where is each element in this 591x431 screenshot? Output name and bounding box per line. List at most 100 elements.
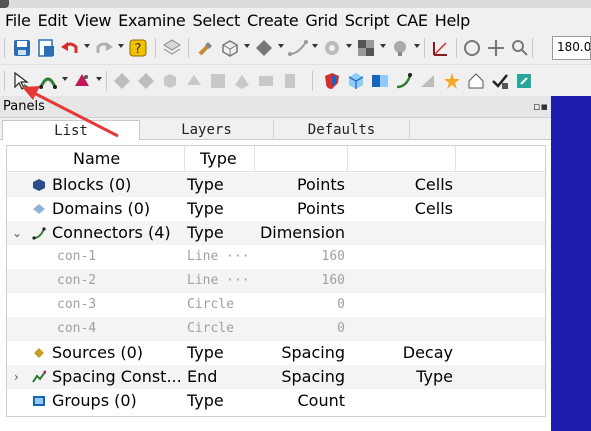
diamond-dropdown-arrow[interactable] [278, 44, 284, 48]
row-name: Connectors (4) [52, 223, 171, 242]
point-dropdown-arrow[interactable] [96, 77, 102, 81]
gear-dropdown-arrow[interactable] [346, 44, 352, 48]
solid-icon[interactable] [232, 71, 252, 91]
zoom-input[interactable]: 180.0 [552, 36, 591, 60]
tree-row-spacing-constraints[interactable]: › Spacing Const... End Spacing Type [7, 365, 545, 389]
curve-icon[interactable] [288, 38, 308, 58]
row-col2: Type [187, 175, 224, 194]
menu-edit[interactable]: Edit [38, 11, 68, 30]
row-name: con-3 [57, 297, 97, 312]
3d-viewport[interactable] [551, 96, 591, 431]
entity-tree: Name Type Blocks (0) Type Points Cells D… [6, 145, 546, 417]
tab-layers[interactable]: Layers [140, 120, 274, 140]
shade-icon[interactable] [356, 38, 376, 58]
column-separator [455, 146, 456, 172]
save-as-icon[interactable] [36, 38, 56, 58]
domains-icon [33, 204, 45, 214]
zoom-icon[interactable] [510, 38, 530, 58]
menu-grid[interactable]: Grid [305, 11, 338, 30]
connectors-icon [32, 227, 46, 240]
tree-row-con-1[interactable]: con-1 Line ··· 160 [7, 245, 545, 269]
tree-row-groups[interactable]: Groups (0) Type Count [7, 389, 545, 413]
house-icon[interactable] [466, 71, 486, 91]
diamond-icon[interactable] [254, 38, 274, 58]
panels-header: Panels ▫▪ [0, 96, 551, 118]
tree-row-sources[interactable]: Sources (0) Type Spacing Decay [7, 341, 545, 365]
domain-icon[interactable] [112, 71, 132, 91]
undo-icon[interactable] [60, 38, 80, 58]
redo-dropdown-arrow[interactable] [118, 44, 124, 48]
expand-toggle[interactable]: ⌄ [12, 221, 22, 245]
menu-bar: File Edit View Examine Select Create Gri… [0, 8, 591, 32]
panel-tabs: List Layers Defaults [0, 118, 551, 140]
wedge-icon[interactable] [418, 71, 438, 91]
point-icon[interactable] [72, 71, 92, 91]
help-icon[interactable]: ? [128, 38, 148, 58]
tree-row-con-4[interactable]: con-4 Circle 0 [7, 317, 545, 341]
tree-row-domains[interactable]: Domains (0) Type Points Cells [7, 197, 545, 221]
curve-dropdown-arrow[interactable] [312, 44, 318, 48]
edit-grid-icon[interactable] [280, 71, 300, 91]
block-icon[interactable] [160, 71, 180, 91]
window-title-bar [0, 0, 591, 8]
bounding-box-icon[interactable] [220, 38, 240, 58]
menu-file[interactable]: File [5, 11, 31, 30]
lighting-icon[interactable] [390, 38, 410, 58]
column-header-type[interactable]: Type [200, 146, 237, 172]
row-name: con-1 [57, 249, 97, 264]
star-icon[interactable] [442, 71, 462, 91]
tree-row-connectors[interactable]: ⌄ Connectors (4) Type Dimension [7, 221, 545, 245]
paint-brush-icon[interactable] [196, 38, 216, 58]
shield-icon[interactable] [322, 71, 342, 91]
toolbar-separator [312, 71, 313, 91]
tree-row-blocks[interactable]: Blocks (0) Type Points Cells [7, 173, 545, 197]
tab-defaults[interactable]: Defaults [274, 120, 410, 140]
float-panel-icon[interactable]: ▫▪ [533, 100, 548, 113]
undo-dropdown-arrow[interactable] [84, 44, 90, 48]
grid-block-icon[interactable] [208, 71, 228, 91]
expand-toggle[interactable]: › [14, 365, 19, 389]
connector-create-icon[interactable] [394, 71, 414, 91]
sources-icon [34, 348, 44, 358]
orient-icon[interactable] [162, 38, 182, 58]
rotate-icon[interactable] [462, 38, 482, 58]
gear-icon[interactable] [322, 38, 342, 58]
menu-help[interactable]: Help [435, 11, 471, 30]
toolbar-grip [4, 71, 5, 91]
blocks-icon [33, 179, 45, 191]
tab-list[interactable]: List [2, 120, 140, 140]
check-icon[interactable] [490, 71, 510, 91]
svg-text:?: ? [135, 42, 142, 57]
row-col3: 0 [337, 297, 345, 312]
tree-row-con-3[interactable]: con-3 Circle 0 [7, 293, 545, 317]
menu-create[interactable]: Create [247, 11, 299, 30]
menu-examine[interactable]: Examine [118, 11, 186, 30]
extrude-icon[interactable] [184, 71, 204, 91]
cube-icon[interactable] [346, 71, 366, 91]
redo-icon[interactable] [94, 38, 114, 58]
xyz-axes-icon[interactable] [430, 38, 450, 58]
domain-alt-icon[interactable] [136, 71, 156, 91]
connector-arc-icon[interactable] [38, 71, 58, 91]
connector-dropdown-arrow[interactable] [62, 77, 68, 81]
select-pointer-icon[interactable] [12, 71, 32, 91]
save-icon[interactable] [12, 38, 32, 58]
lighting-dropdown-arrow[interactable] [414, 44, 420, 48]
tree-row-con-2[interactable]: con-2 Line ··· 160 [7, 269, 545, 293]
column-header-name[interactable]: Name [73, 146, 120, 172]
export-icon[interactable] [514, 71, 534, 91]
view-dropdown-arrow[interactable] [244, 44, 250, 48]
row-col2: Circle [187, 297, 234, 312]
shade-dropdown-arrow[interactable] [380, 44, 386, 48]
row-col4: Decay [402, 343, 453, 362]
toolbar-separator [106, 71, 107, 91]
menu-cae[interactable]: CAE [396, 11, 428, 30]
row-col3: 160 [321, 273, 345, 288]
menu-view[interactable]: View [74, 11, 111, 30]
grid-sheet-icon[interactable] [256, 71, 276, 91]
app-icon [0, 0, 9, 8]
pan-icon[interactable] [486, 38, 506, 58]
menu-script[interactable]: Script [345, 11, 390, 30]
surface-icon[interactable] [370, 71, 390, 91]
menu-select[interactable]: Select [192, 11, 240, 30]
